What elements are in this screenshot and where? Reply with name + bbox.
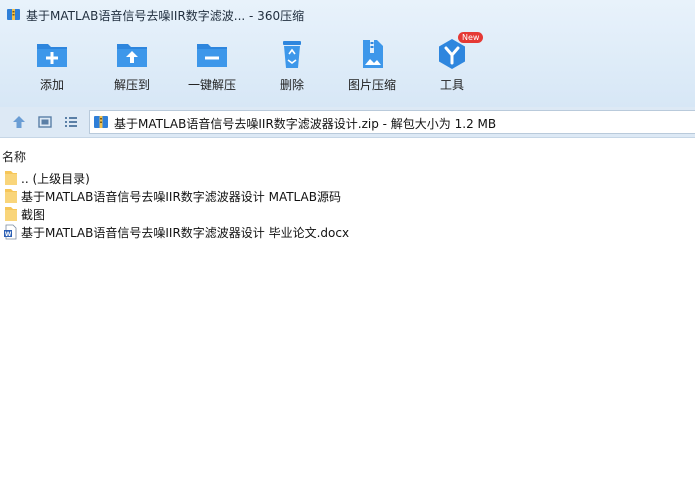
list-item-name: 基于MATLAB语音信号去噪IIR数字滤波器设计 毕业论文.docx (21, 226, 350, 240)
list-header: 名称 (0, 145, 695, 165)
delete-button[interactable]: 删除 (252, 38, 332, 93)
list-item-screenshots[interactable]: 截图 (0, 205, 695, 223)
column-header-name[interactable]: 名称 (2, 148, 26, 165)
svg-text:W: W (5, 231, 12, 238)
one-click-extract-button[interactable]: 一键解压 (172, 38, 252, 93)
image-compress-button[interactable]: 图片压缩 (332, 38, 412, 93)
list-item-name: .. (上级目录) (21, 172, 90, 186)
list-item-thesis-docx[interactable]: W 基于MATLAB语音信号去噪IIR数字滤波器设计 毕业论文.docx (0, 223, 695, 241)
list-item-parent-dir[interactable]: .. (上级目录) (0, 169, 695, 187)
image-compress-label: 图片压缩 (347, 78, 396, 92)
add-button[interactable]: 添加 (12, 38, 92, 93)
extract-to-button[interactable]: 解压到 (92, 38, 172, 93)
archive-app-icon (7, 9, 20, 20)
title-bar: 基于MATLAB语音信号去噪IIR数字滤波... - 360压缩 (0, 0, 695, 28)
one-click-extract-label: 一键解压 (187, 78, 236, 92)
thumbnail-view-icon[interactable] (38, 115, 52, 129)
list-item-name: 截图 (21, 208, 46, 222)
zip-archive-icon (94, 116, 108, 128)
up-arrow-icon[interactable] (12, 115, 26, 129)
folder-icon (5, 171, 17, 185)
new-badge: New (458, 32, 484, 43)
path-text: 基于MATLAB语音信号去噪IIR数字滤波器设计.zip - 解包大小为 1.2… (114, 117, 497, 131)
add-label: 添加 (39, 78, 64, 92)
list-item-matlab-source[interactable]: 基于MATLAB语音信号去噪IIR数字滤波器设计 MATLAB源码 (0, 187, 695, 205)
image-compress-icon (363, 40, 383, 68)
address-bar: 基于MATLAB语音信号去噪IIR数字滤波器设计.zip - 解包大小为 1.2… (0, 107, 695, 138)
list-view-icon[interactable] (64, 115, 78, 129)
path-field[interactable]: 基于MATLAB语音信号去噪IIR数字滤波器设计.zip - 解包大小为 1.2… (89, 110, 695, 134)
window-title: 基于MATLAB语音信号去噪IIR数字滤波... - 360压缩 (26, 9, 305, 23)
top-panel: 基于MATLAB语音信号去噪IIR数字滤波... - 360压缩 添加 解压到 … (0, 0, 695, 107)
add-folder-icon (37, 44, 67, 67)
recycle-bin-icon (283, 41, 301, 68)
delete-label: 删除 (279, 78, 304, 92)
list-item-name: 基于MATLAB语音信号去噪IIR数字滤波器设计 MATLAB源码 (21, 190, 341, 204)
folder-icon (5, 189, 17, 203)
one-click-extract-icon (197, 44, 227, 67)
tools-button[interactable]: New 工具 (412, 32, 492, 93)
extract-to-label: 解压到 (113, 78, 150, 92)
word-doc-icon: W (4, 224, 17, 240)
tools-label: 工具 (439, 78, 464, 92)
extract-folder-icon (117, 44, 147, 67)
folder-icon (5, 207, 17, 221)
